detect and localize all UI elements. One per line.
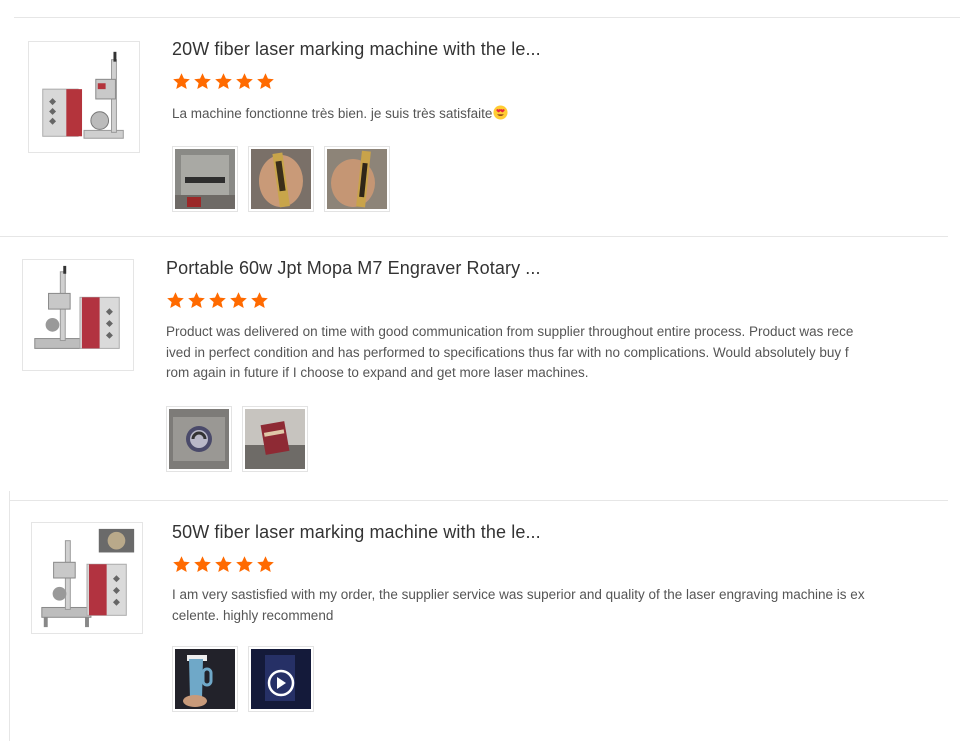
review-photo[interactable]	[248, 646, 314, 712]
review-product-title[interactable]: Portable 60w Jpt Mopa M7 Engraver Rotary…	[166, 258, 541, 279]
product-thumbnail[interactable]	[28, 41, 140, 153]
star-icon	[230, 292, 247, 309]
review-photo[interactable]	[242, 406, 308, 472]
review-text: I am very sastisfied with my order, the …	[172, 585, 912, 626]
photo-image	[245, 409, 305, 469]
star-icon	[215, 556, 232, 573]
photo-image	[327, 149, 387, 209]
review-item: 20W fiber laser marking machine with the…	[0, 0, 960, 236]
star-icon	[167, 292, 184, 309]
star-icon	[251, 292, 268, 309]
photo-image	[169, 409, 229, 469]
photo-image	[175, 149, 235, 209]
star-icon	[209, 292, 226, 309]
review-text: Product was delivered on time with good …	[166, 322, 926, 384]
star-icon	[215, 73, 232, 90]
review-photo[interactable]	[248, 146, 314, 212]
star-icon	[236, 73, 253, 90]
product-thumbnail[interactable]	[31, 522, 143, 634]
laser-machine-image	[29, 42, 139, 152]
star-icon	[257, 73, 274, 90]
heart-eyes-emoji-icon	[493, 105, 508, 120]
photo-image	[175, 649, 235, 709]
review-photo[interactable]	[166, 406, 232, 472]
review-product-title[interactable]: 20W fiber laser marking machine with the…	[172, 39, 541, 60]
review-item: 50W fiber laser marking machine with the…	[0, 500, 960, 741]
star-icon	[173, 73, 190, 90]
star-icon	[257, 556, 274, 573]
review-photo[interactable]	[324, 146, 390, 212]
review-text-line: ived in perfect condition and has perfor…	[166, 344, 849, 360]
review-text-line: I am very sastisfied with my order, the …	[172, 587, 865, 602]
review-text-line: rom again in future if I choose to expan…	[166, 365, 589, 380]
review-photo[interactable]	[172, 646, 238, 712]
laser-machine-image	[32, 523, 142, 633]
star-icon	[236, 556, 253, 573]
review-text-content: La machine fonctionne très bien. je suis…	[172, 106, 493, 121]
star-rating	[172, 555, 275, 574]
review-photos	[172, 646, 314, 712]
review-text-line: Product was delivered on time with good …	[166, 324, 854, 339]
review-photos	[166, 406, 308, 472]
review-photos	[172, 146, 390, 212]
review-text-line: celente. highly recommend	[172, 607, 334, 623]
laser-machine-image	[23, 260, 133, 370]
star-icon	[194, 556, 211, 573]
star-rating	[166, 291, 269, 310]
review-photo[interactable]	[172, 146, 238, 212]
star-icon	[173, 556, 190, 573]
review-text: La machine fonctionne très bien. je suis…	[172, 104, 912, 125]
photo-image	[251, 649, 311, 709]
product-thumbnail[interactable]	[22, 259, 134, 371]
review-item: Portable 60w Jpt Mopa M7 Engraver Rotary…	[0, 236, 960, 500]
star-rating	[172, 72, 275, 91]
star-icon	[194, 73, 211, 90]
star-icon	[188, 292, 205, 309]
review-product-title[interactable]: 50W fiber laser marking machine with the…	[172, 522, 541, 543]
photo-image	[251, 149, 311, 209]
